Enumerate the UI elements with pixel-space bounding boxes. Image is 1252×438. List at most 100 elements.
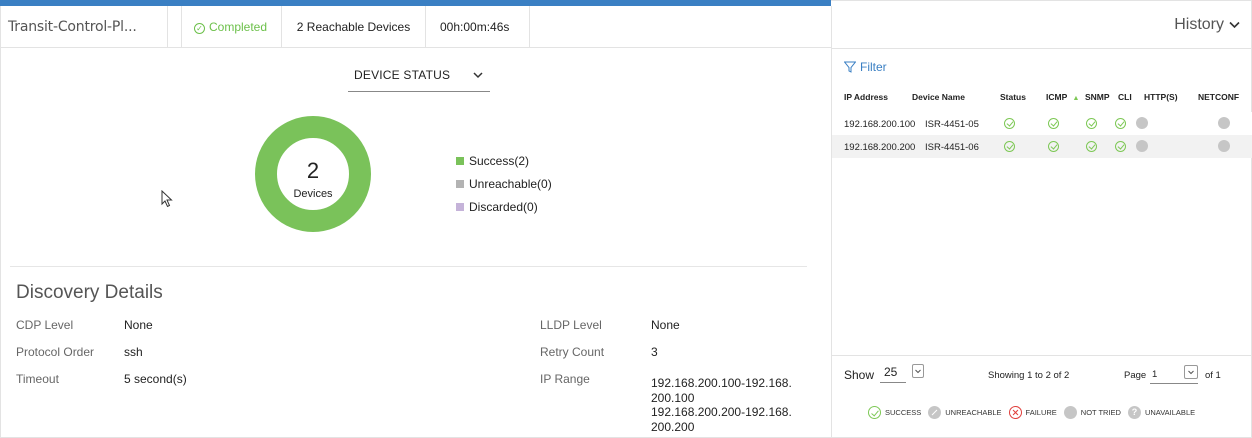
table-row[interactable]: 192.168.200.200 ISR-4451-06 xyxy=(832,135,1252,158)
col-header-icmp[interactable]: ICMP ▲ xyxy=(1046,92,1079,102)
page-dropdown-button[interactable] xyxy=(1184,365,1198,379)
filter-label: Filter xyxy=(860,60,887,74)
sort-ascending-icon: ▲ xyxy=(1072,95,1080,102)
col-header-cli[interactable]: CLI xyxy=(1118,92,1132,102)
success-icon xyxy=(1048,118,1059,129)
discovery-details-heading: Discovery Details xyxy=(16,282,163,303)
key-failure: FAILURE xyxy=(1008,406,1057,419)
col-header-netconf[interactable]: NETCONF xyxy=(1198,92,1239,102)
legend-label: Success(2) xyxy=(469,153,530,168)
col-header-device-name[interactable]: Device Name xyxy=(912,92,965,102)
not-tried-icon xyxy=(1136,140,1148,152)
mouse-cursor-icon xyxy=(161,190,173,208)
status-key-legend: SUCCESS UNREACHABLE FAILURE NOT TRIED ? U… xyxy=(868,406,1202,419)
success-icon xyxy=(1086,118,1097,129)
protocol-order-label: Protocol Order xyxy=(16,345,95,359)
legend-swatch xyxy=(456,179,464,188)
col-header-status[interactable]: Status xyxy=(1000,92,1026,102)
reachable-devices-count: 2 Reachable Devices xyxy=(282,6,426,48)
key-unavailable-label: UNAVAILABLE xyxy=(1144,408,1196,417)
success-icon xyxy=(868,406,881,419)
filter-icon xyxy=(844,61,856,73)
status-text: Completed xyxy=(209,20,268,34)
ip-cell: 192.168.200.100 xyxy=(844,119,916,130)
key-not-tried-label: NOT TRIED xyxy=(1080,408,1121,417)
status-badge: ✓ Completed xyxy=(181,6,282,48)
ip-range-line: 200.100 xyxy=(651,390,695,405)
page-size-dropdown-button[interactable] xyxy=(912,364,924,378)
donut-legend: Success(2) Unreachable(0) Discarded(0) xyxy=(456,149,552,218)
success-icon xyxy=(1115,141,1126,152)
legend-swatch xyxy=(456,156,464,165)
pagination-bar: Show 25 Showing 1 to 2 of 2 Page 1 of 1 … xyxy=(832,355,1252,438)
key-unreachable-label: UNREACHABLE xyxy=(945,408,1002,417)
retry-count-label: Retry Count xyxy=(540,345,605,359)
ip-range-line: 200.200 xyxy=(651,419,695,434)
chevron-down-icon xyxy=(1229,21,1240,29)
cdp-level-value: None xyxy=(124,318,153,332)
chevron-down-icon xyxy=(473,72,483,79)
legend-swatch xyxy=(456,202,464,211)
not-tried-icon xyxy=(1218,117,1230,129)
elapsed-time: 00h:00m:46s xyxy=(426,6,530,48)
col-header-snmp[interactable]: SNMP xyxy=(1085,92,1110,102)
donut-total: 2 xyxy=(306,158,320,183)
legend-label: Unreachable(0) xyxy=(469,176,552,191)
device-status-dropdown[interactable]: DEVICE STATUS xyxy=(348,64,490,92)
check-circle-icon: ✓ xyxy=(194,22,205,34)
key-unavailable: ? UNAVAILABLE xyxy=(1127,406,1196,419)
protocol-order-value: ssh xyxy=(124,345,143,359)
unreachable-icon xyxy=(928,406,942,419)
history-dropdown[interactable]: History xyxy=(1174,16,1240,34)
key-success: SUCCESS xyxy=(868,406,921,419)
ip-range-value: 192.168.200.100-192.168. 200.100 192.168… xyxy=(651,376,821,434)
key-not-tried: NOT TRIED xyxy=(1063,406,1121,419)
key-success-label: SUCCESS xyxy=(885,408,922,417)
unavailable-icon: ? xyxy=(1127,406,1141,419)
section-divider xyxy=(10,266,807,267)
device-name-cell: ISR-4451-05 xyxy=(925,119,979,130)
donut-total-label: Devices xyxy=(293,188,333,200)
history-label: History xyxy=(1174,16,1224,33)
legend-item-unreachable[interactable]: Unreachable(0) xyxy=(456,172,552,195)
success-icon xyxy=(1086,141,1097,152)
key-unreachable: UNREACHABLE xyxy=(928,406,1002,419)
device-name-cell: ISR-4451-06 xyxy=(925,142,979,153)
legend-item-discarded[interactable]: Discarded(0) xyxy=(456,195,552,218)
page-label: Page xyxy=(1124,370,1147,381)
discovery-title[interactable]: Transit-Control-Pl... xyxy=(0,6,168,48)
col-header-icmp-label: ICMP xyxy=(1046,92,1068,102)
timeout-value: 5 second(s) xyxy=(124,372,187,386)
lldp-level-value: None xyxy=(651,318,680,332)
filter-button[interactable]: Filter xyxy=(844,60,887,74)
lldp-level-label: LLDP Level xyxy=(540,318,602,332)
page-size-select[interactable]: 25 xyxy=(880,363,906,383)
history-panel: History Filter IP Address Device Name St… xyxy=(831,6,1252,438)
col-header-https[interactable]: HTTP(S) xyxy=(1144,92,1178,102)
discovery-topbar: Transit-Control-Pl... ✓ Completed 2 Reac… xyxy=(0,6,831,48)
timeout-label: Timeout xyxy=(16,372,59,386)
ip-cell: 192.168.200.200 xyxy=(844,142,916,153)
legend-label: Discarded(0) xyxy=(469,199,538,214)
chevron-down-icon xyxy=(915,369,921,374)
ip-range-line: 192.168.200.200-192.168. xyxy=(651,405,792,419)
cdp-level-label: CDP Level xyxy=(16,318,74,332)
ip-range-line: 192.168.200.100-192.168. xyxy=(651,376,792,390)
success-icon xyxy=(1004,141,1015,152)
not-tried-icon xyxy=(1218,140,1230,152)
chevron-down-icon xyxy=(1188,370,1194,375)
table-row[interactable]: 192.168.200.100 ISR-4451-05 xyxy=(832,112,1252,135)
show-label: Show xyxy=(844,368,875,382)
not-tried-icon xyxy=(1063,406,1077,419)
not-tried-icon xyxy=(1136,117,1148,129)
legend-item-success[interactable]: Success(2) xyxy=(456,149,552,172)
page-total: of 1 xyxy=(1205,370,1221,381)
device-status-dropdown-label: DEVICE STATUS xyxy=(354,68,451,82)
key-failure-label: FAILURE xyxy=(1025,408,1057,417)
history-header-divider xyxy=(832,48,1252,49)
discovery-panel: Transit-Control-Pl... ✓ Completed 2 Reac… xyxy=(0,6,831,438)
success-icon xyxy=(1004,118,1015,129)
ip-range-label: IP Range xyxy=(540,372,590,386)
col-header-ip[interactable]: IP Address xyxy=(844,92,888,102)
success-icon xyxy=(1115,118,1126,129)
